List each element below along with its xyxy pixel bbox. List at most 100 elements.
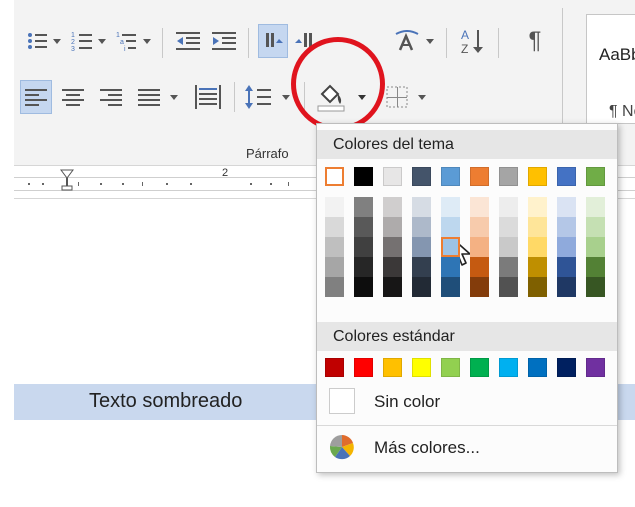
theme-shade-swatch[interactable] <box>586 237 605 257</box>
theme-shade-swatch[interactable] <box>354 277 373 297</box>
theme-shade-swatch[interactable] <box>557 237 576 257</box>
theme-shade-swatch[interactable] <box>499 257 518 277</box>
theme-color-swatch[interactable] <box>528 167 547 186</box>
bullets-dropdown-icon[interactable] <box>53 38 61 46</box>
standard-color-swatch[interactable] <box>528 358 547 377</box>
more-colors-item[interactable]: Más colores... <box>317 428 617 468</box>
theme-shade-swatch[interactable] <box>412 277 431 297</box>
theme-color-swatch[interactable] <box>441 167 460 186</box>
justify-button[interactable] <box>134 80 164 114</box>
theme-shade-swatch[interactable] <box>412 237 431 257</box>
standard-color-swatch[interactable] <box>557 358 576 377</box>
theme-shade-swatch[interactable] <box>441 257 460 277</box>
theme-shade-swatch[interactable] <box>325 217 344 237</box>
indent-marker-icon[interactable] <box>60 169 74 191</box>
theme-shade-swatch[interactable] <box>441 197 460 217</box>
theme-shade-swatch[interactable] <box>557 277 576 297</box>
theme-shade-swatch[interactable] <box>354 237 373 257</box>
theme-shade-swatch[interactable] <box>586 217 605 237</box>
standard-color-swatch[interactable] <box>441 358 460 377</box>
standard-color-swatch[interactable] <box>470 358 489 377</box>
theme-color-swatch[interactable] <box>586 167 605 186</box>
theme-shade-swatch[interactable] <box>499 197 518 217</box>
theme-shade-swatch[interactable] <box>586 277 605 297</box>
standard-color-swatch[interactable] <box>383 358 402 377</box>
no-color-item[interactable]: Sin color <box>317 382 617 422</box>
bullets-button[interactable] <box>24 28 50 54</box>
theme-shade-swatch[interactable] <box>528 197 547 217</box>
standard-color-swatch[interactable] <box>499 358 518 377</box>
standard-color-swatch[interactable] <box>354 358 373 377</box>
theme-shade-swatch[interactable] <box>412 217 431 237</box>
styles-gallery[interactable]: AaBb ¶ No <box>586 14 635 124</box>
show-formatting-marks-button[interactable]: ¶ <box>520 26 550 56</box>
multilevel-list-button[interactable]: 1 a i <box>114 28 140 54</box>
theme-shade-swatch[interactable] <box>441 277 460 297</box>
theme-shade-swatch[interactable] <box>557 257 576 277</box>
numbering-button[interactable]: 1 2 3 <box>69 28 95 54</box>
multilevel-dropdown-icon[interactable] <box>143 38 151 46</box>
theme-shade-swatch[interactable] <box>499 237 518 257</box>
standard-color-swatch[interactable] <box>586 358 605 377</box>
theme-color-swatch[interactable] <box>499 167 518 186</box>
distributed-button[interactable] <box>192 80 224 114</box>
line-spacing-dropdown-icon[interactable] <box>282 94 290 102</box>
theme-shade-swatch[interactable] <box>325 257 344 277</box>
theme-shade-swatch[interactable] <box>499 277 518 297</box>
ltr-text-direction-button[interactable] <box>258 24 288 58</box>
theme-shade-swatch[interactable] <box>499 217 518 237</box>
theme-shade-swatch[interactable] <box>528 237 547 257</box>
theme-shade-swatch[interactable] <box>325 277 344 297</box>
theme-shade-swatch[interactable] <box>412 257 431 277</box>
increase-indent-button[interactable] <box>210 28 238 54</box>
theme-shade-swatch[interactable] <box>557 217 576 237</box>
standard-color-swatch[interactable] <box>325 358 344 377</box>
hovered-shade-swatch[interactable] <box>441 237 460 257</box>
numbering-dropdown-icon[interactable] <box>98 38 106 46</box>
theme-shade-swatch[interactable] <box>383 197 402 217</box>
borders-dropdown-icon[interactable] <box>418 94 426 102</box>
theme-shade-swatch[interactable] <box>412 197 431 217</box>
theme-shade-swatch[interactable] <box>470 257 489 277</box>
theme-shade-swatch[interactable] <box>354 217 373 237</box>
theme-shade-swatch[interactable] <box>528 277 547 297</box>
theme-color-swatch[interactable] <box>412 167 431 186</box>
shaded-text[interactable]: Texto sombreado <box>89 390 242 413</box>
sort-button[interactable]: A Z <box>458 24 488 58</box>
theme-shade-swatch[interactable] <box>586 257 605 277</box>
theme-color-swatch[interactable] <box>354 167 373 186</box>
theme-shade-swatch[interactable] <box>470 217 489 237</box>
text-effects-dropdown-icon[interactable] <box>426 38 434 46</box>
align-right-button[interactable] <box>96 80 126 114</box>
theme-shade-swatch[interactable] <box>470 197 489 217</box>
theme-color-swatch[interactable] <box>325 167 344 186</box>
theme-shade-swatch[interactable] <box>557 197 576 217</box>
theme-shade-swatch[interactable] <box>325 237 344 257</box>
theme-shade-swatch[interactable] <box>383 217 402 237</box>
theme-shade-swatch[interactable] <box>383 277 402 297</box>
theme-shade-swatch[interactable] <box>383 237 402 257</box>
text-effects-button[interactable] <box>392 28 422 54</box>
align-center-button[interactable] <box>58 80 88 114</box>
theme-shade-swatch[interactable] <box>441 217 460 237</box>
theme-shade-swatch[interactable] <box>528 217 547 237</box>
theme-shade-swatch[interactable] <box>470 237 489 257</box>
align-center-icon <box>62 89 84 106</box>
decrease-indent-button[interactable] <box>174 28 202 54</box>
line-spacing-button[interactable] <box>242 80 276 114</box>
theme-shade-swatch[interactable] <box>354 257 373 277</box>
justify-dropdown-icon[interactable] <box>170 94 178 102</box>
theme-shade-swatch[interactable] <box>383 257 402 277</box>
theme-shade-swatch[interactable] <box>325 197 344 217</box>
align-left-button[interactable] <box>20 80 52 114</box>
theme-color-swatch[interactable] <box>557 167 576 186</box>
borders-button[interactable] <box>382 80 412 114</box>
theme-shade-swatch[interactable] <box>354 197 373 217</box>
theme-color-swatch[interactable] <box>470 167 489 186</box>
theme-shade-swatch[interactable] <box>528 257 547 277</box>
theme-shade-swatch[interactable] <box>586 197 605 217</box>
svg-text:1: 1 <box>71 32 75 39</box>
theme-color-swatch[interactable] <box>383 167 402 186</box>
standard-color-swatch[interactable] <box>412 358 431 377</box>
theme-shade-swatch[interactable] <box>470 277 489 297</box>
